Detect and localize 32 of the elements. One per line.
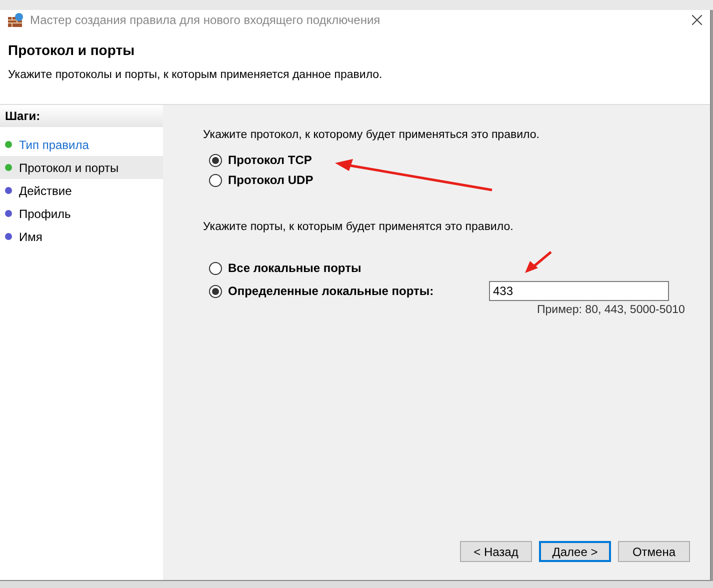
step-item[interactable]: Профиль <box>0 202 163 225</box>
step-label: Профиль <box>19 206 71 220</box>
radio-label: Протокол TCP <box>228 153 312 167</box>
window-title: Мастер создания правила для нового входящего подключения <box>30 13 380 27</box>
radio-button[interactable] <box>209 174 222 186</box>
step-label: Тип правила <box>19 138 89 152</box>
ports-prompt: Укажите порты, к которым будет применятся это правило. <box>203 221 514 233</box>
steps-heading: Шаги: <box>0 105 163 127</box>
ports-example: Пример: 80, 443, 5000-5010 <box>537 304 686 316</box>
firewall-icon <box>8 13 24 27</box>
page-heading: Протокол и порты <box>8 42 136 58</box>
ports-input-field[interactable]: 433 <box>489 281 669 301</box>
step-label: Имя <box>19 230 42 244</box>
step-item[interactable]: Тип правила <box>0 133 163 156</box>
radio-button[interactable] <box>209 262 222 274</box>
step-label: Протокол и порты <box>19 160 119 174</box>
step-item[interactable]: Действие <box>0 179 163 202</box>
radio-label: Определенные локальные порты: <box>228 284 434 298</box>
wizard-button[interactable]: Отмена <box>618 541 690 562</box>
protocol-prompt: Укажите протокол, к которому будет применяться это правило. <box>203 129 540 141</box>
step-label: Действие <box>19 184 72 198</box>
wizard-button[interactable]: < Назад <box>460 541 532 562</box>
page-description: Укажите протоколы и порты, к которым применяется данное правило. <box>8 69 384 81</box>
radio-button[interactable] <box>209 154 222 166</box>
wizard-button[interactable]: Далее > <box>539 541 611 562</box>
step-item[interactable]: Имя <box>0 225 163 248</box>
radio-label: Все локальные порты <box>228 261 362 275</box>
step-item[interactable]: Протокол и порты <box>0 156 163 179</box>
radio-label: Протокол UDP <box>228 173 314 187</box>
close-icon[interactable] <box>692 15 702 25</box>
annotation-arrow <box>525 250 553 274</box>
radio-button[interactable] <box>209 284 222 298</box>
